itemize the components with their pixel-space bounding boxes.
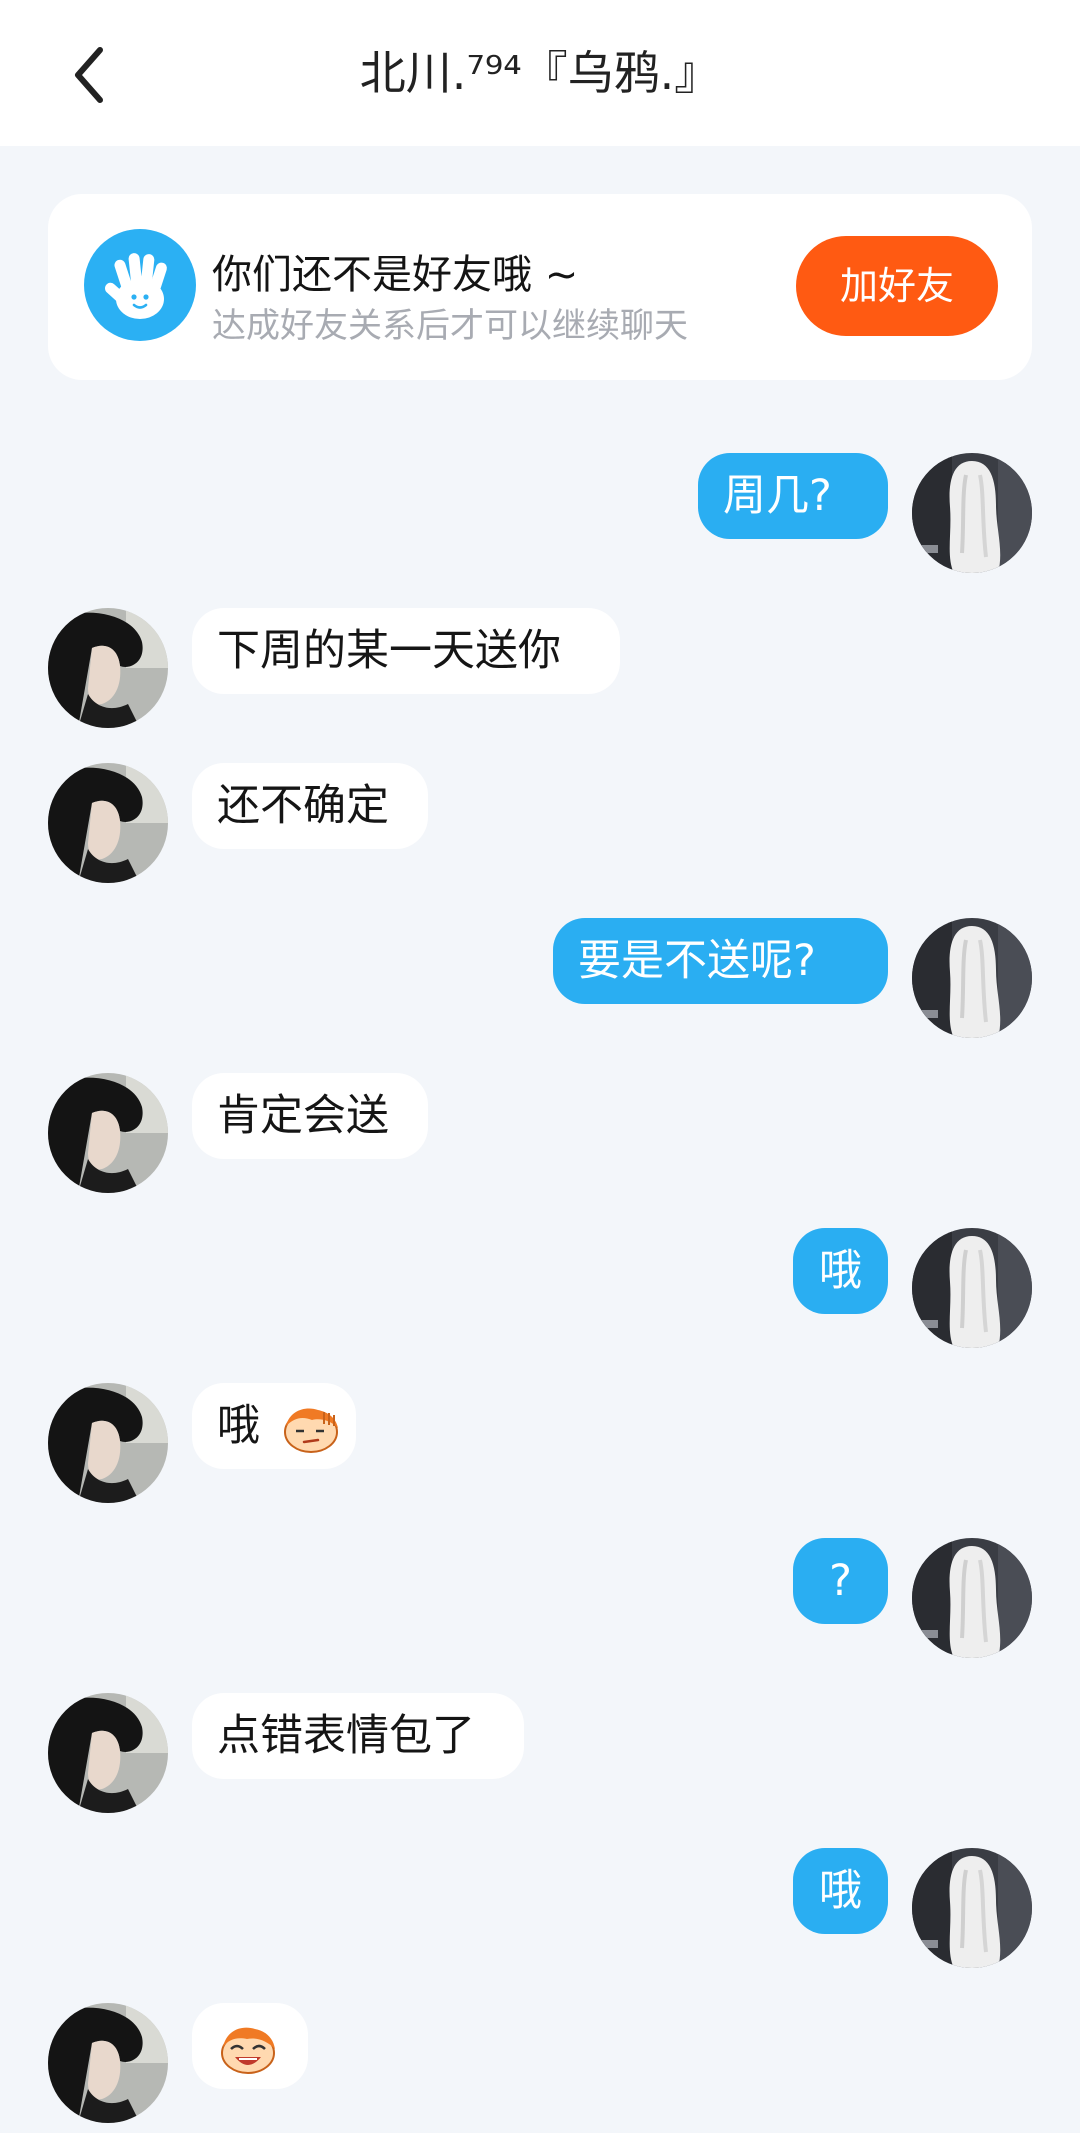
white-hair-avatar-icon [912, 453, 1032, 573]
my-avatar[interactable] [912, 1538, 1032, 1658]
dark-hair-avatar-icon [48, 1383, 168, 1503]
contact-avatar[interactable] [48, 2003, 168, 2123]
notice-title: 你们还不是好友哦 ~ [212, 252, 579, 298]
contact-avatar[interactable] [48, 1073, 168, 1193]
smirk-emoji-icon [283, 1408, 338, 1453]
laugh-emoji-icon [221, 2027, 275, 2074]
message-bubble-received[interactable]: 肯定会送 [192, 1073, 428, 1159]
my-avatar[interactable] [912, 453, 1032, 573]
header-bar: 北川.⁷⁹⁴『乌鸦.』 [0, 0, 1080, 146]
message-bubble-received[interactable]: 还不确定 [192, 763, 428, 849]
message-bubble-received[interactable] [192, 2003, 308, 2089]
message-text: 哦 [217, 1401, 260, 1451]
message-bubble-sent[interactable]: 哦 [793, 1228, 888, 1314]
white-hair-avatar-icon [912, 1228, 1032, 1348]
contact-avatar[interactable] [48, 1383, 168, 1503]
my-avatar[interactable] [912, 918, 1032, 1038]
add-friend-button[interactable]: 加好友 [796, 236, 998, 336]
dark-hair-avatar-icon [48, 763, 168, 883]
chat-title: 北川.⁷⁹⁴『乌鸦.』 [359, 46, 721, 100]
message-bubble-sent[interactable]: 要是不送呢? [553, 918, 888, 1004]
friend-notice-card: 你们还不是好友哦 ~ 达成好友关系后才可以继续聊天 加好友 [48, 194, 1032, 380]
message-bubble-received[interactable]: 哦 [192, 1383, 356, 1469]
message-bubble-received[interactable]: 下周的某一天送你 [192, 608, 620, 694]
notice-subtitle: 达成好友关系后才可以继续聊天 [212, 306, 688, 346]
dark-hair-avatar-icon [48, 1693, 168, 1813]
dark-hair-avatar-icon [48, 608, 168, 728]
message-bubble-sent[interactable]: ? [793, 1538, 888, 1624]
white-hair-avatar-icon [912, 1848, 1032, 1968]
message-bubble-sent[interactable]: 周几? [698, 453, 888, 539]
message-bubble-received[interactable]: 点错表情包了 [192, 1693, 524, 1779]
my-avatar[interactable] [912, 1228, 1032, 1348]
contact-avatar[interactable] [48, 608, 168, 728]
white-hair-avatar-icon [912, 918, 1032, 1038]
white-hair-avatar-icon [912, 1538, 1032, 1658]
my-avatar[interactable] [912, 1848, 1032, 1968]
dark-hair-avatar-icon [48, 2003, 168, 2123]
message-bubble-sent[interactable]: 哦 [793, 1848, 888, 1934]
dark-hair-avatar-icon [48, 1073, 168, 1193]
contact-avatar[interactable] [48, 763, 168, 883]
contact-avatar[interactable] [48, 1693, 168, 1813]
waving-hand-icon [84, 229, 196, 341]
